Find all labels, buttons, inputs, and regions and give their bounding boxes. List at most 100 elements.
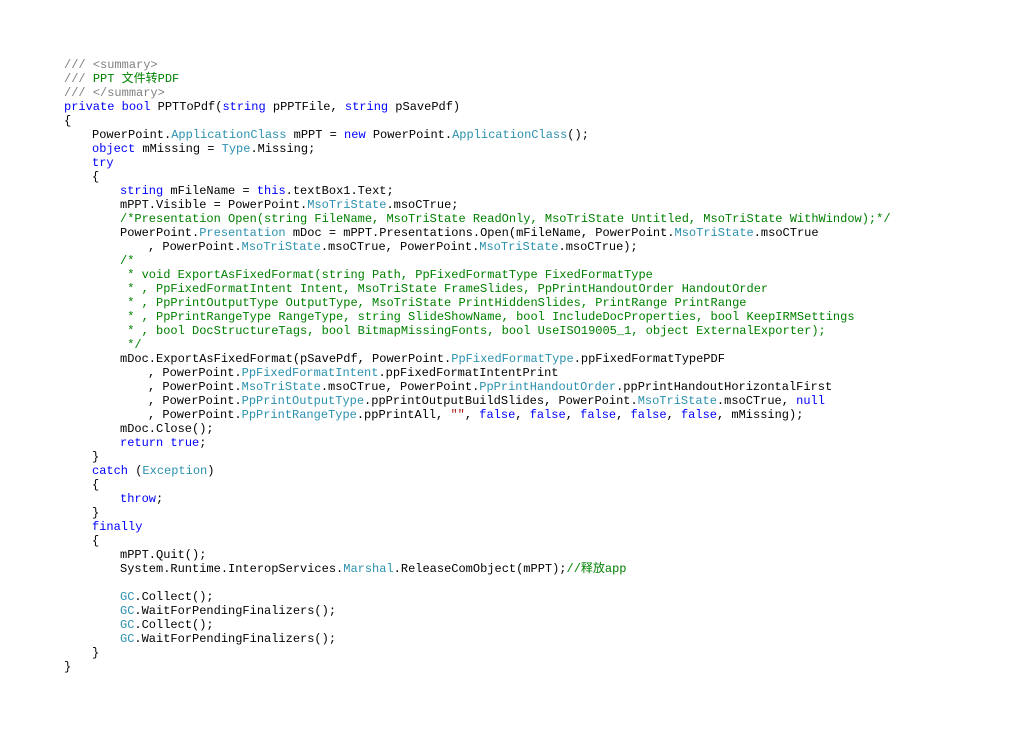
code-token: .textBox1.Text;	[286, 184, 394, 198]
code-token: false	[681, 408, 717, 422]
code-line: {	[8, 534, 1029, 548]
code-token: {	[64, 114, 71, 128]
code-token: ApplicationClass	[452, 128, 567, 142]
code-token: PpPrintHandoutOrder	[479, 380, 616, 394]
code-token: .ppFixedFormatIntentPrint	[378, 366, 558, 380]
code-token: {	[92, 534, 99, 548]
code-token: mPPT.Quit();	[120, 548, 206, 562]
code-token: string	[345, 100, 388, 114]
code-line: try	[8, 156, 1029, 170]
code-line: PowerPoint.ApplicationClass mPPT = new P…	[8, 128, 1029, 142]
code-token: .ppPrintHandoutHorizontalFirst	[616, 380, 832, 394]
code-line: , PowerPoint.MsoTriState.msoCTrue, Power…	[8, 380, 1029, 394]
code-token: mMissing =	[135, 142, 221, 156]
code-line: }	[8, 450, 1029, 464]
code-token: .msoCTrue	[754, 226, 819, 240]
code-token: .Collect();	[134, 618, 213, 632]
code-token: //释放app	[567, 562, 627, 576]
code-token: catch	[92, 464, 128, 478]
code-token: pSavePdf)	[388, 100, 460, 114]
code-token: MsoTriState	[675, 226, 754, 240]
code-token: ""	[450, 408, 464, 422]
code-token: ();	[567, 128, 589, 142]
code-token: {	[92, 478, 99, 492]
code-line: * , bool DocStructureTags, bool BitmapMi…	[8, 324, 1029, 338]
code-token: }	[92, 450, 99, 464]
code-line: return true;	[8, 436, 1029, 450]
code-editor-content: /// <summary>/// PPT 文件转PDF/// </summary…	[8, 58, 1029, 674]
code-token: , PowerPoint.	[148, 408, 242, 422]
code-token: pPPTFile,	[266, 100, 345, 114]
code-token: , PowerPoint.	[148, 380, 242, 394]
code-token: MsoTriState	[479, 240, 558, 254]
code-token: .WaitForPendingFinalizers();	[134, 632, 336, 646]
code-token: mDoc.ExportAsFixedFormat(pSavePdf, Power…	[120, 352, 451, 366]
code-token: mDoc = mPPT.Presentations.Open(mFileName…	[286, 226, 675, 240]
code-line: System.Runtime.InteropServices.Marshal.R…	[8, 562, 1029, 576]
code-line: , PowerPoint.PpFixedFormatIntent.ppFixed…	[8, 366, 1029, 380]
code-token: ///	[64, 86, 93, 100]
code-token: .WaitForPendingFinalizers();	[134, 604, 336, 618]
code-line: }	[8, 506, 1029, 520]
code-token: System.Runtime.InteropServices.	[120, 562, 343, 576]
code-token: GC	[120, 604, 134, 618]
code-line: GC.WaitForPendingFinalizers();	[8, 604, 1029, 618]
code-token: ///	[64, 72, 93, 86]
code-token: return	[120, 436, 163, 450]
code-token: false	[580, 408, 616, 422]
code-token: new	[344, 128, 366, 142]
code-token: PPTToPdf(	[150, 100, 222, 114]
code-token: true	[170, 436, 199, 450]
code-token: .Collect();	[134, 590, 213, 604]
code-token: .ppPrintAll,	[357, 408, 451, 422]
code-line: , PowerPoint.PpPrintRangeType.ppPrintAll…	[8, 408, 1029, 422]
code-token: PowerPoint.	[366, 128, 452, 142]
code-line: {	[8, 170, 1029, 184]
code-token: try	[92, 156, 114, 170]
code-token: * , bool DocStructureTags, bool BitmapMi…	[120, 324, 826, 338]
code-line: * void ExportAsFixedFormat(string Path, …	[8, 268, 1029, 282]
code-line: mPPT.Quit();	[8, 548, 1029, 562]
code-token: MsoTriState	[242, 240, 321, 254]
code-token: ,	[616, 408, 630, 422]
code-line: */	[8, 338, 1029, 352]
code-line: string mFileName = this.textBox1.Text;	[8, 184, 1029, 198]
code-token: string	[120, 184, 163, 198]
code-token: ;	[199, 436, 206, 450]
code-token: this	[257, 184, 286, 198]
code-line: /*Presentation Open(string FileName, Mso…	[8, 212, 1029, 226]
code-token: PpFixedFormatType	[451, 352, 573, 366]
code-token: ,	[515, 408, 529, 422]
code-token: PpFixedFormatIntent	[242, 366, 379, 380]
code-line: throw;	[8, 492, 1029, 506]
code-token	[114, 100, 121, 114]
code-line	[8, 576, 1029, 590]
code-token: PpPrintOutputType	[242, 394, 364, 408]
code-token: ;	[156, 492, 163, 506]
code-line: mPPT.Visible = PowerPoint.MsoTriState.ms…	[8, 198, 1029, 212]
code-token: <summary>	[93, 58, 158, 72]
code-line: /// <summary>	[8, 58, 1029, 72]
code-token: ApplicationClass	[171, 128, 286, 142]
code-token: mPPT.Visible = PowerPoint.	[120, 198, 307, 212]
code-token: * , PpFixedFormatIntent Intent, MsoTriSt…	[120, 282, 768, 296]
code-token: /*Presentation Open(string FileName, Mso…	[120, 212, 891, 226]
code-token: Marshal	[343, 562, 393, 576]
code-line: finally	[8, 520, 1029, 534]
code-token: mDoc.Close();	[120, 422, 214, 436]
code-token: MsoTriState	[242, 380, 321, 394]
code-line: /// PPT 文件转PDF	[8, 72, 1029, 86]
code-line: }	[8, 660, 1029, 674]
code-token: */	[120, 338, 142, 352]
code-token: * , PpPrintOutputType OutputType, MsoTri…	[120, 296, 747, 310]
code-line: private bool PPTToPdf(string pPPTFile, s…	[8, 100, 1029, 114]
code-token: GC	[120, 618, 134, 632]
code-line: GC.WaitForPendingFinalizers();	[8, 632, 1029, 646]
code-token: .Missing;	[250, 142, 315, 156]
code-token: PowerPoint.	[120, 226, 199, 240]
code-line: mDoc.ExportAsFixedFormat(pSavePdf, Power…	[8, 352, 1029, 366]
code-token: GC	[120, 632, 134, 646]
code-token: Presentation	[199, 226, 285, 240]
code-token: Type	[222, 142, 251, 156]
code-token: object	[92, 142, 135, 156]
